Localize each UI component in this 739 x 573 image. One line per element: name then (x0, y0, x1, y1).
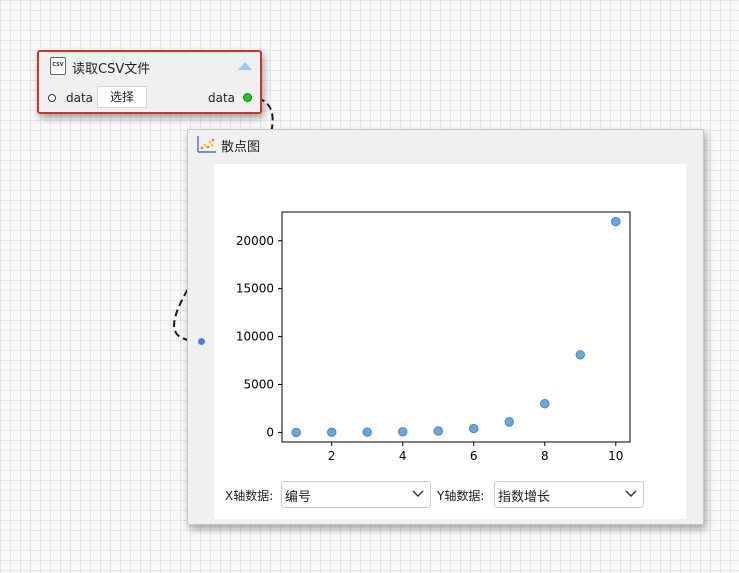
chevron-down-icon (412, 490, 424, 498)
y-tick-label: 0 (266, 425, 274, 439)
data-point (611, 216, 621, 227)
data-point (540, 398, 550, 409)
data-point (575, 350, 585, 360)
x-tick-label: 8 (541, 449, 549, 463)
data-point (433, 426, 443, 436)
node-title: 散点图 (221, 140, 261, 155)
y-axis-label: Y轴数据: (437, 489, 485, 503)
x-axis-value: 编号 (285, 490, 312, 505)
scatter-plot-node[interactable]: 散点图 2 4 6 8 10 0 5000 10000 15000 20000 X轴数据: 编号 … (187, 129, 704, 525)
select-file-button[interactable]: 选择 (97, 86, 147, 108)
x-axis-dropdown[interactable]: 编号 (281, 481, 431, 508)
x-tick-label: 6 (470, 449, 478, 463)
data-point (398, 427, 408, 437)
y-tick-label: 5000 (243, 378, 274, 392)
data-point (327, 427, 337, 437)
chevron-down-icon (625, 490, 637, 498)
y-axis-value: 指数增长 (498, 490, 551, 505)
y-tick-label: 10000 (236, 330, 274, 344)
x-tick-label: 4 (399, 449, 407, 463)
data-point (291, 427, 301, 438)
input-port[interactable] (198, 338, 205, 345)
data-point (469, 423, 479, 434)
output-port-label: data (208, 91, 236, 105)
output-port[interactable] (243, 93, 252, 102)
x-axis-label: X轴数据: (225, 489, 274, 503)
plot-area: 2 4 6 8 10 0 5000 10000 15000 20000 (214, 164, 686, 519)
x-tick-label: 10 (608, 449, 623, 463)
scatter-chart: 2 4 6 8 10 0 5000 10000 15000 20000 (236, 211, 631, 463)
x-tick-label: 2 (328, 449, 336, 463)
input-port[interactable] (48, 94, 56, 102)
input-port-label: data (66, 91, 94, 105)
data-point (504, 417, 514, 427)
y-tick-label: 20000 (236, 234, 274, 248)
node-title: 读取CSV文件 (72, 62, 151, 77)
csv-reader-node[interactable]: CSV 读取CSV文件 data 选择 data (37, 50, 262, 114)
plot-frame (281, 211, 631, 443)
y-tick-label: 15000 (236, 282, 274, 296)
csv-file-icon: CSV (50, 57, 66, 75)
data-point (362, 427, 372, 437)
collapse-icon[interactable] (238, 62, 252, 70)
scatter-chart-icon (197, 136, 216, 153)
y-axis-dropdown[interactable]: 指数增长 (494, 481, 644, 508)
